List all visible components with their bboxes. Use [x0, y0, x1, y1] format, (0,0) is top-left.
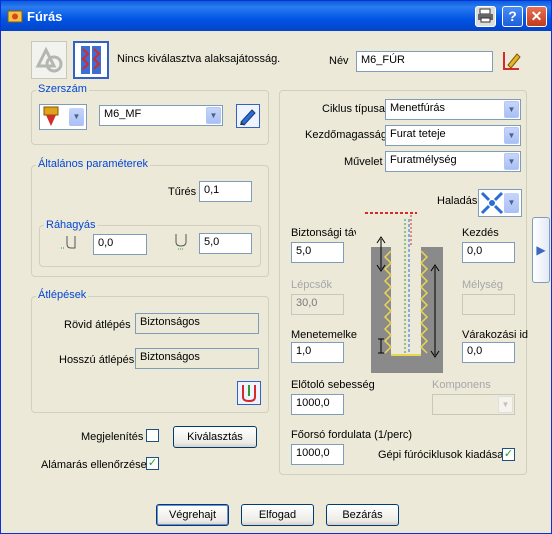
- chevron-down-icon[interactable]: ▼: [504, 153, 519, 170]
- print-icon[interactable]: [475, 6, 496, 27]
- tool-group-title: Szerszám: [36, 83, 89, 95]
- component-select[interactable]: ▼: [432, 394, 515, 415]
- dwell-input[interactable]: 0,0: [462, 342, 515, 363]
- operation-select[interactable]: Furatmélység ▼: [385, 151, 521, 172]
- chevron-down-icon[interactable]: ▼: [504, 193, 519, 213]
- steps-label: Lépcsők: [291, 279, 332, 291]
- accept-button[interactable]: Elfogad: [241, 504, 314, 526]
- cycle-type-label: Ciklus típusa: [322, 103, 385, 115]
- help-button[interactable]: ?: [502, 6, 523, 27]
- spindle-label: Főorsó fordulata (1/perc): [291, 429, 413, 441]
- short-transition-label: Rövid átlépés: [64, 319, 131, 331]
- name-input[interactable]: M6_FÚR: [356, 51, 493, 72]
- drill-app-icon: [7, 10, 23, 23]
- cycle-type-value: Menetfúrás: [390, 102, 446, 114]
- feature-select-icon[interactable]: [31, 41, 67, 79]
- bottom-allowance-input[interactable]: 5,0: [199, 233, 252, 254]
- pitch-label: Menetemelkedés: [291, 329, 357, 341]
- start-height-label: Kezdőmagasság: [305, 129, 387, 141]
- tool-select-value: M6_MF: [104, 108, 142, 120]
- chevron-down-icon[interactable]: ▼: [498, 396, 513, 413]
- name-label: Név: [329, 55, 349, 67]
- depth-input[interactable]: [462, 294, 515, 315]
- expand-panel-button[interactable]: ▶: [532, 217, 550, 283]
- edit-name-icon[interactable]: [499, 49, 523, 73]
- chevron-right-icon: ▶: [536, 243, 546, 257]
- tool-select[interactable]: M6_MF ▼: [99, 105, 223, 126]
- machine-cycles-checkbox[interactable]: ✓: [502, 448, 515, 461]
- tapping-diagram: [365, 212, 443, 373]
- general-params-title: Általános paraméterek: [36, 158, 151, 170]
- window-title: Fúrás: [27, 9, 63, 24]
- feature-hole-icon[interactable]: [73, 41, 109, 79]
- operation-label: Művelet: [344, 156, 383, 168]
- chevron-down-icon[interactable]: ▼: [206, 107, 221, 124]
- transition-settings-icon[interactable]: [237, 381, 261, 405]
- side-allowance-icon: [61, 236, 76, 249]
- undercut-label: Alámarás ellenőrzése: [41, 459, 147, 471]
- machine-cycles-label: Gépi fúróciklusok kiadása: [378, 449, 504, 461]
- tolerance-label: Tűrés: [168, 186, 197, 198]
- progress-pattern-icon: [480, 191, 504, 215]
- safety-label: Biztonsági távolság: [291, 227, 356, 239]
- progress-label: Haladás: [437, 195, 478, 207]
- bottom-allowance-icon: [175, 234, 187, 250]
- close-button[interactable]: ✕: [526, 6, 547, 27]
- start-height-value: Furat teteje: [390, 128, 446, 140]
- title-bar[interactable]: Fúrás ? ✕: [1, 1, 551, 31]
- progress-picker[interactable]: ▼: [478, 189, 522, 217]
- short-transition-field[interactable]: Biztonságos: [135, 313, 259, 334]
- tool-edit-icon[interactable]: [236, 104, 260, 128]
- start-height-select[interactable]: Furat teteje ▼: [385, 125, 521, 146]
- select-button[interactable]: Kiválasztás: [173, 426, 257, 448]
- drilling-dialog: Fúrás ? ✕ Nincs kiválasztva alaksajátoss…: [0, 0, 552, 534]
- dwell-label: Várakozási idő: [462, 329, 528, 341]
- long-transition-field[interactable]: Biztonságos: [135, 348, 259, 369]
- operation-value: Furatmélység: [390, 154, 457, 166]
- transitions-title: Átlépések: [36, 289, 89, 301]
- status-text: Nincs kiválasztva alaksajátosság.: [117, 53, 281, 65]
- tolerance-input[interactable]: 0,1: [199, 181, 252, 202]
- undercut-checkbox[interactable]: ✓: [146, 457, 159, 470]
- long-transition-label: Hosszú átlépés: [59, 354, 135, 366]
- chevron-down-icon[interactable]: ▼: [504, 127, 519, 144]
- feed-label: Előtoló sebesség: [291, 379, 375, 391]
- safety-input[interactable]: 5,0: [291, 242, 344, 263]
- tool-type-picker[interactable]: ▼: [39, 104, 87, 130]
- chevron-down-icon[interactable]: ▼: [504, 101, 519, 118]
- allowance-title: Ráhagyás: [44, 219, 98, 231]
- feed-input[interactable]: 1000,0: [291, 394, 344, 415]
- pitch-input[interactable]: 1,0: [291, 342, 344, 363]
- steps-input[interactable]: 30,0: [291, 294, 344, 315]
- side-allowance-input[interactable]: 0,0: [93, 234, 147, 255]
- spindle-input[interactable]: 1000,0: [291, 444, 344, 465]
- display-label: Megjelenítés: [81, 431, 144, 443]
- cycle-type-select[interactable]: Menetfúrás ▼: [385, 99, 521, 120]
- start-label: Kezdés: [462, 227, 499, 239]
- depth-label: Mélység: [462, 279, 503, 291]
- execute-button[interactable]: Végrehajt: [156, 504, 229, 526]
- chevron-down-icon[interactable]: ▼: [69, 108, 84, 126]
- component-label: Komponens: [432, 379, 491, 391]
- close-dialog-button[interactable]: Bezárás: [326, 504, 399, 526]
- start-input[interactable]: 0,0: [462, 242, 515, 263]
- display-checkbox[interactable]: [146, 429, 159, 442]
